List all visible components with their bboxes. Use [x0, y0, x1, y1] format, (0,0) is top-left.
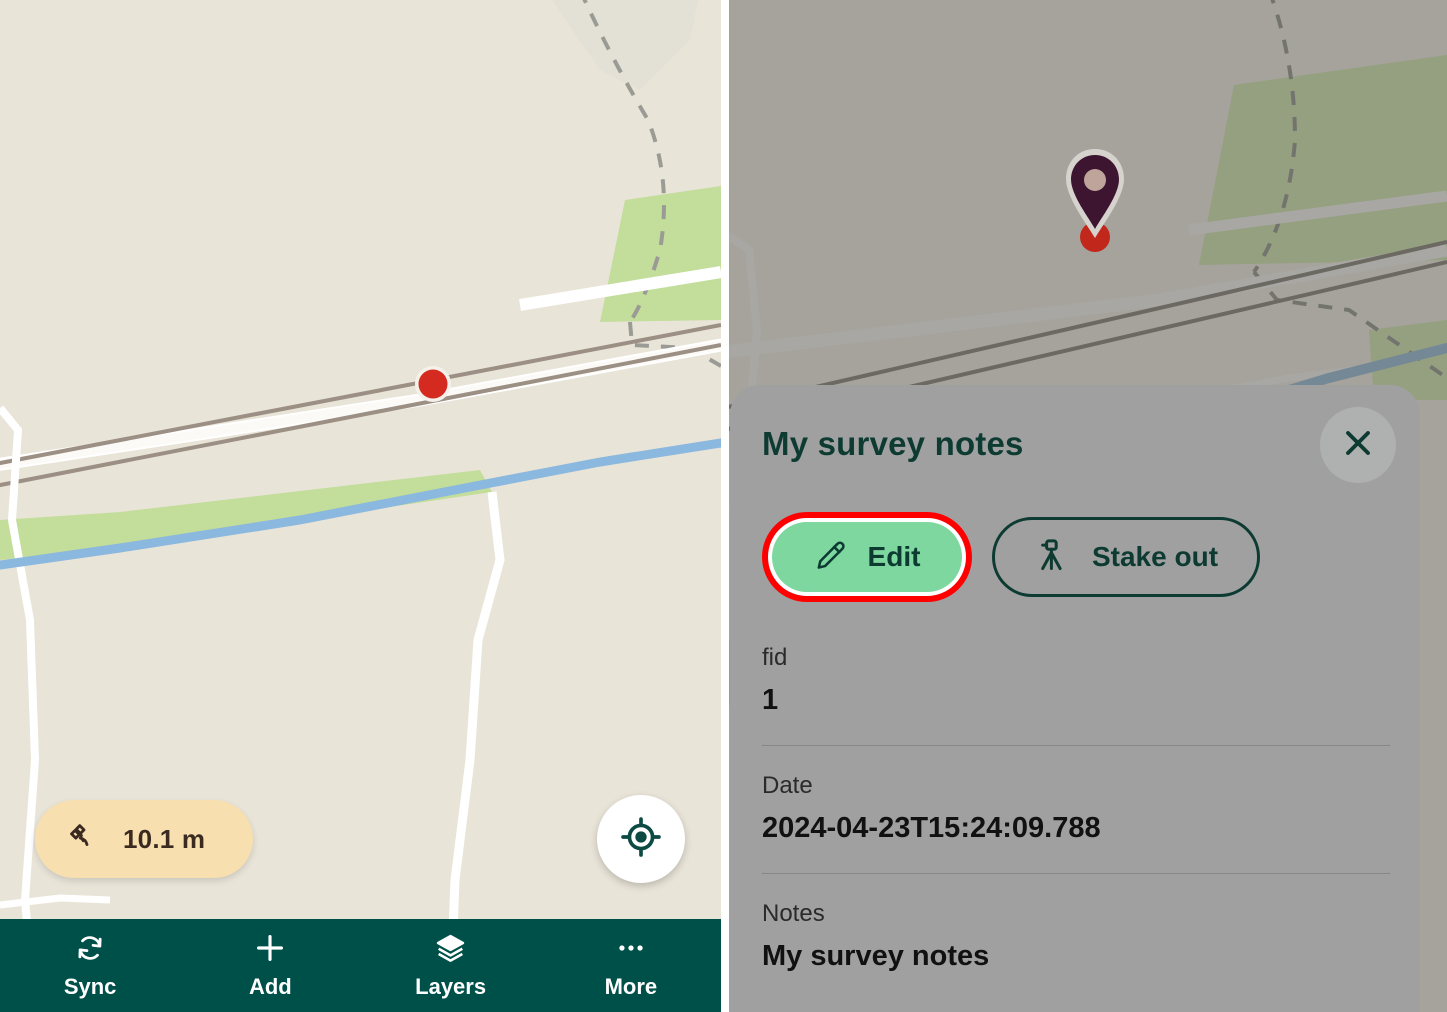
satellite-icon: [67, 820, 101, 859]
edit-button-highlight-ring: Edit: [762, 512, 972, 602]
attribute-row-date[interactable]: Date 2024-04-23T15:24:09.788: [762, 774, 1390, 843]
gps-crosshair-icon: [619, 815, 663, 864]
right-detail-screen: My survey notes Edit Stake out fid 1 Dat…: [729, 0, 1447, 1012]
action-buttons-row: Edit Stake out: [730, 463, 1420, 602]
divider: [762, 745, 1390, 746]
stake-out-button-label: Stake out: [1091, 541, 1219, 572]
edit-button[interactable]: Edit: [772, 522, 962, 592]
nav-item-add[interactable]: Add: [180, 919, 360, 1012]
left-map-screen: 10.1 m Sync Add Layers More: [0, 0, 721, 1012]
nav-label-sync: Sync: [63, 974, 117, 999]
attribute-value: 2024-04-23T15:24:09.788: [762, 812, 1101, 844]
stake-out-button[interactable]: Stake out: [992, 517, 1260, 597]
nav-label-more: More: [604, 974, 658, 999]
gps-accuracy-value: 10.1 m: [123, 823, 206, 854]
attribute-value: My survey notes: [762, 940, 990, 972]
plus-icon: [252, 931, 288, 965]
locate-me-button[interactable]: [597, 795, 685, 883]
pencil-icon: [814, 539, 846, 576]
bottom-navigation-bar: Sync Add Layers More: [0, 919, 721, 1012]
close-button[interactable]: [1320, 407, 1396, 483]
attribute-key: Date: [762, 772, 813, 799]
attribute-key: Notes: [762, 900, 825, 927]
feature-detail-sheet: My survey notes Edit Stake out fid 1 Dat…: [730, 385, 1420, 1012]
nav-item-layers[interactable]: Layers: [361, 919, 541, 1012]
attribute-key: fid: [762, 644, 788, 671]
attribute-row-notes[interactable]: Notes My survey notes: [762, 902, 1390, 971]
location-pin-icon[interactable]: [1059, 145, 1131, 263]
page-title: My survey notes: [762, 425, 1024, 462]
red-point-marker: [415, 366, 451, 402]
edit-button-label: Edit: [867, 541, 921, 572]
nav-label-add: Add: [248, 974, 292, 999]
close-icon: [1338, 423, 1378, 468]
sync-icon: [74, 931, 106, 965]
tripod-icon: [1034, 537, 1070, 578]
gps-accuracy-badge[interactable]: 10.1 m: [35, 800, 253, 878]
sheet-header: My survey notes: [730, 385, 1420, 483]
nav-label-layers: Layers: [415, 974, 487, 999]
attribute-row-fid[interactable]: fid 1: [762, 646, 1390, 715]
nav-item-more[interactable]: More: [541, 919, 721, 1012]
attribute-value: 1: [762, 684, 779, 716]
attributes-list: fid 1 Date 2024-04-23T15:24:09.788 Notes…: [730, 602, 1420, 971]
layers-icon: [434, 931, 467, 965]
ellipsis-icon: [614, 931, 648, 965]
divider: [762, 873, 1390, 874]
nav-item-sync[interactable]: Sync: [0, 919, 180, 1012]
